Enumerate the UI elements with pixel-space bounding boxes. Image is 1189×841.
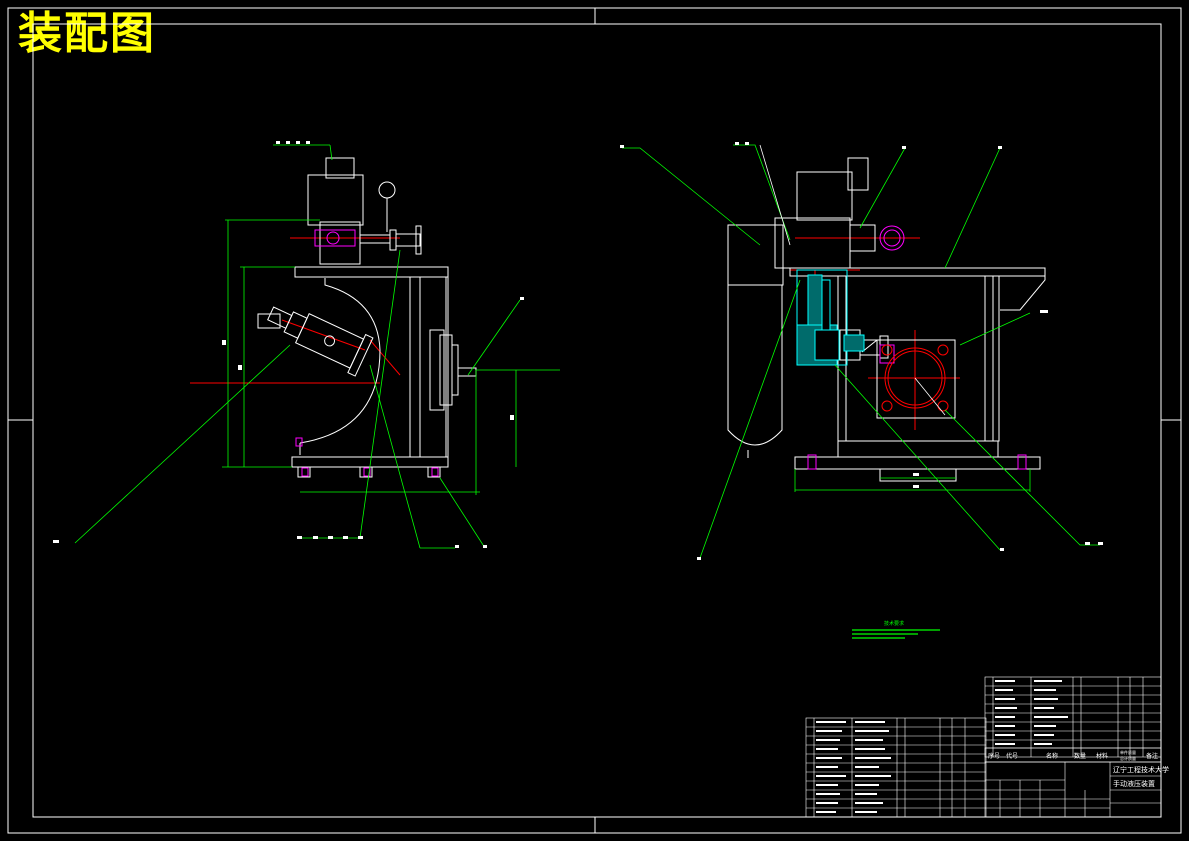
school-name: 辽宁工程技术大学 (1113, 765, 1169, 774)
left-outline (257, 157, 477, 478)
title-block (805, 676, 1162, 818)
sheet-frame (7, 7, 1182, 834)
left-dimensions (74, 144, 560, 549)
drawing-sheet: 技术要求 序号 代号 名称 数量 材料 单件质量 总计质量 备注 辽宁工程技术大… (7, 7, 1182, 834)
header-seq: 序号 (988, 752, 1000, 760)
header-remark: 备注 (1146, 752, 1158, 760)
header-total-mass: 总计质量 (1120, 755, 1136, 761)
parts-list-cell-marks (816, 680, 1068, 813)
tech-notes-heading: 技术要求 (884, 620, 904, 627)
title-block-text: 序号 代号 名称 数量 材料 单件质量 总计质量 备注 辽宁工程技术大学 手动液… (988, 749, 1169, 788)
header-material: 材料 (1096, 752, 1108, 760)
header-code: 代号 (1006, 752, 1018, 760)
right-outline (727, 157, 1046, 482)
tech-notes: 技术要求 (852, 620, 940, 639)
drawing-name: 手动液压装置 (1113, 779, 1155, 788)
left-view (53, 141, 560, 549)
right-section-hatch (796, 269, 865, 366)
right-view (620, 142, 1103, 560)
header-name: 名称 (1046, 752, 1058, 760)
header-qty: 数量 (1074, 752, 1086, 760)
header-unit-mass: 单件质量 (1120, 749, 1136, 755)
tech-notes-lines (852, 629, 940, 639)
left-centerlines (190, 237, 401, 384)
